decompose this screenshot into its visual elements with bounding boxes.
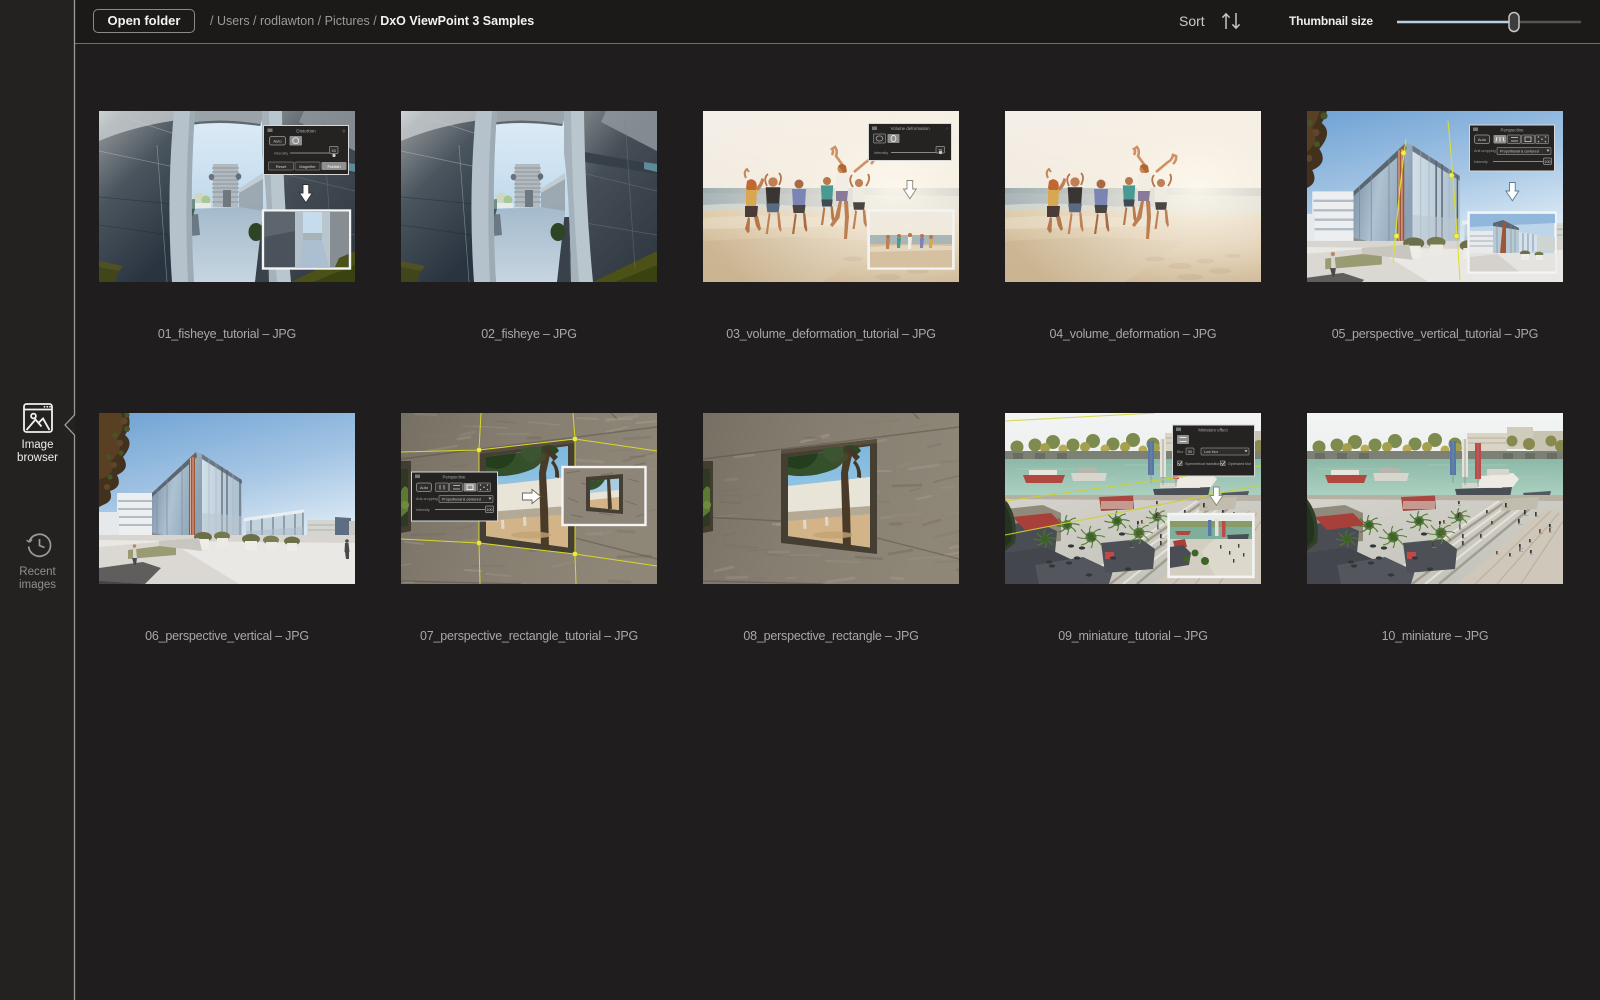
svg-text:Miniature effect: Miniature effect <box>1198 428 1228 433</box>
svg-text:Perspective: Perspective <box>443 475 466 480</box>
svg-text:100: 100 <box>1544 160 1550 164</box>
svg-text:Auto: Auto <box>273 139 282 144</box>
svg-text:Magnifier: Magnifier <box>299 164 316 169</box>
svg-text:100: 100 <box>486 508 492 512</box>
svg-text:63: 63 <box>332 149 336 153</box>
svg-text:Intensity: Intensity <box>874 151 888 155</box>
svg-text:⚙: ⚙ <box>342 129 346 134</box>
svg-text:Reset: Reset <box>276 164 287 169</box>
svg-text:Perspective: Perspective <box>1501 128 1524 133</box>
svg-text:Auto: Auto <box>1478 137 1487 142</box>
svg-text:Anti-cropping: Anti-cropping <box>1474 149 1496 153</box>
svg-text:Publish: Publish <box>327 164 340 169</box>
svg-text:Blur: Blur <box>1177 450 1184 454</box>
svg-text:Auto: Auto <box>420 485 429 490</box>
svg-text:Intensity: Intensity <box>1474 160 1488 164</box>
svg-text:Distortion: Distortion <box>296 129 316 134</box>
svg-text:Intensity: Intensity <box>416 508 430 512</box>
svg-text:?: ? <box>946 127 948 131</box>
svg-text:Anti-cropping: Anti-cropping <box>416 497 438 501</box>
svg-text:Low blur: Low blur <box>1204 450 1219 454</box>
svg-text:Symmetrical transition: Symmetrical transition <box>1185 462 1220 466</box>
svg-text:Intensity: Intensity <box>274 152 288 156</box>
svg-text:Volume deformation: Volume deformation <box>890 126 930 131</box>
svg-text:Proportional & centered: Proportional & centered <box>1500 150 1539 154</box>
svg-text:50: 50 <box>1188 450 1192 454</box>
svg-text:Proportional & centered: Proportional & centered <box>442 498 481 502</box>
svg-text:Optimized blur: Optimized blur <box>1228 462 1252 466</box>
